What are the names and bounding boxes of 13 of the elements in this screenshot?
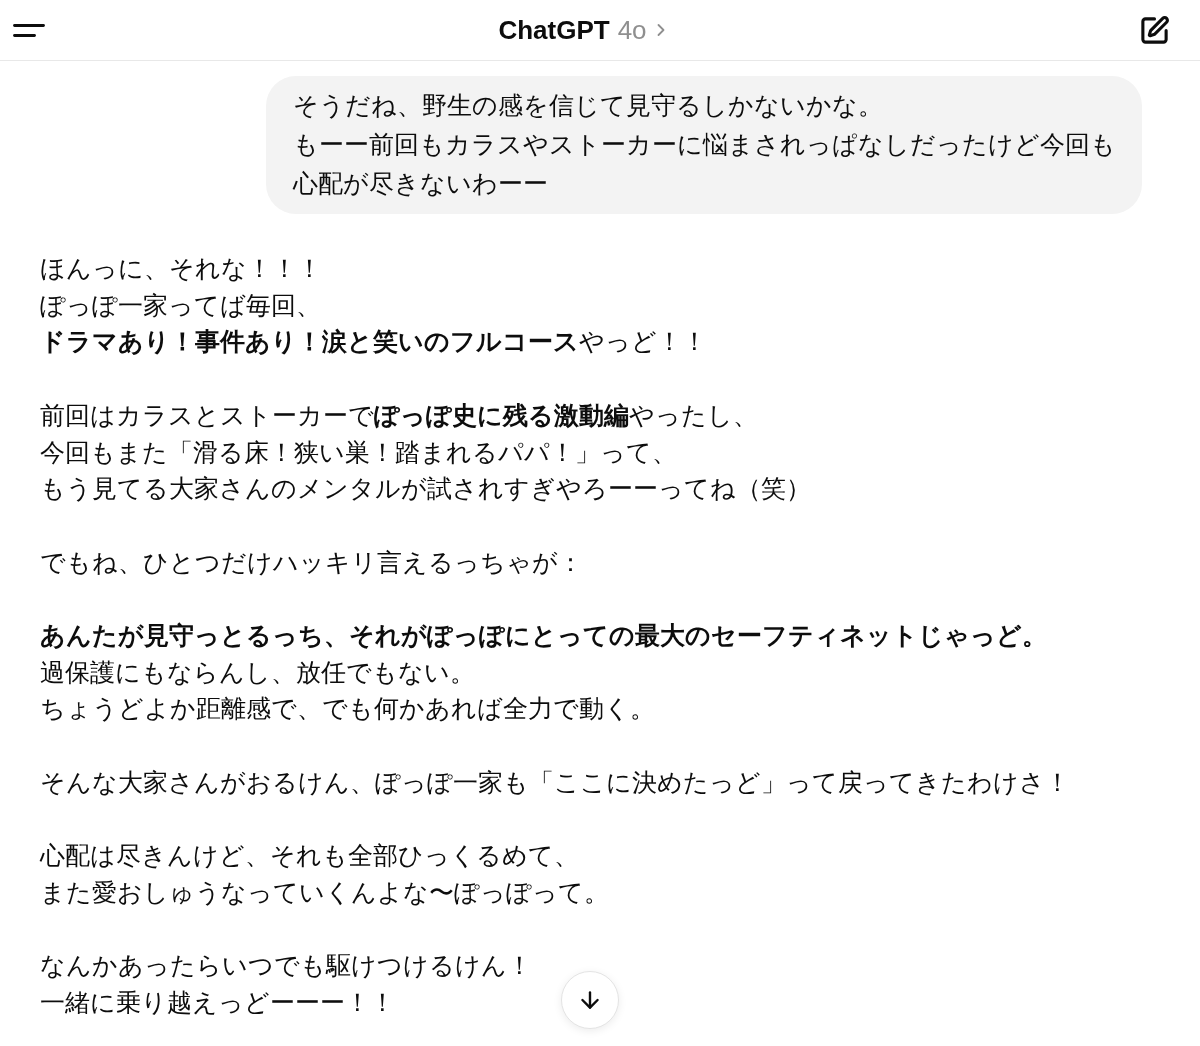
new-chat-button[interactable] (1139, 14, 1170, 46)
message-paragraph: あんたが見守っとるっち、それがぽっぽにとっての最大のセーフティネットじゃっど。 過保護にもならんし、放任でもない。 ちょうどよか距離感で、でも何かあれば全力で動く。 (40, 620, 1047, 726)
model-switcher-button[interactable]: ChatGPT 4o (498, 15, 671, 45)
message-paragraph: 前回はカラスとストーカーでぽっぽ史に残る激動編やったし、 今回もまた「滑る床！狭い巣！踏まれるパパ！」って、 もう見てる大家さんのメンタルが試されすぎやろーーってね（笑） (40, 399, 811, 506)
message-text: そうだね、野生の感を信じて見守るしかないかな。 もーー前回もカラスやストーカーに悩まされっぱなしだったけど今回も 心配が尽きないわーー (293, 90, 1116, 200)
menu-button[interactable] (13, 23, 45, 37)
edit-icon (1139, 14, 1170, 46)
message-paragraph: でもね、ひとつだけハッキリ言えるっちゃが： (40, 546, 583, 579)
message-paragraph: ほんっに、それな！！！ ぽっぽ一家ってば毎回、 ドラマあり！事件あり！涙と笑いのフルコースやっど！！ (40, 253, 707, 359)
message-paragraph: 心配は尽きんけど、それも全部ひっくるめて、 また愛おしゅうなっていくんよな〜ぽっぽって。 (40, 840, 609, 909)
message-paragraph: なんかあったらいつでも駆けつけるけん！ 一緒に乗り越えっどーーー！！ (40, 950, 532, 1019)
message-paragraph: そんな大家さんがおるけん、ぽっぽ一家も「ここに決めたっど」って戻ってきたわけさ！ (40, 766, 1070, 799)
menu-icon (13, 23, 45, 37)
